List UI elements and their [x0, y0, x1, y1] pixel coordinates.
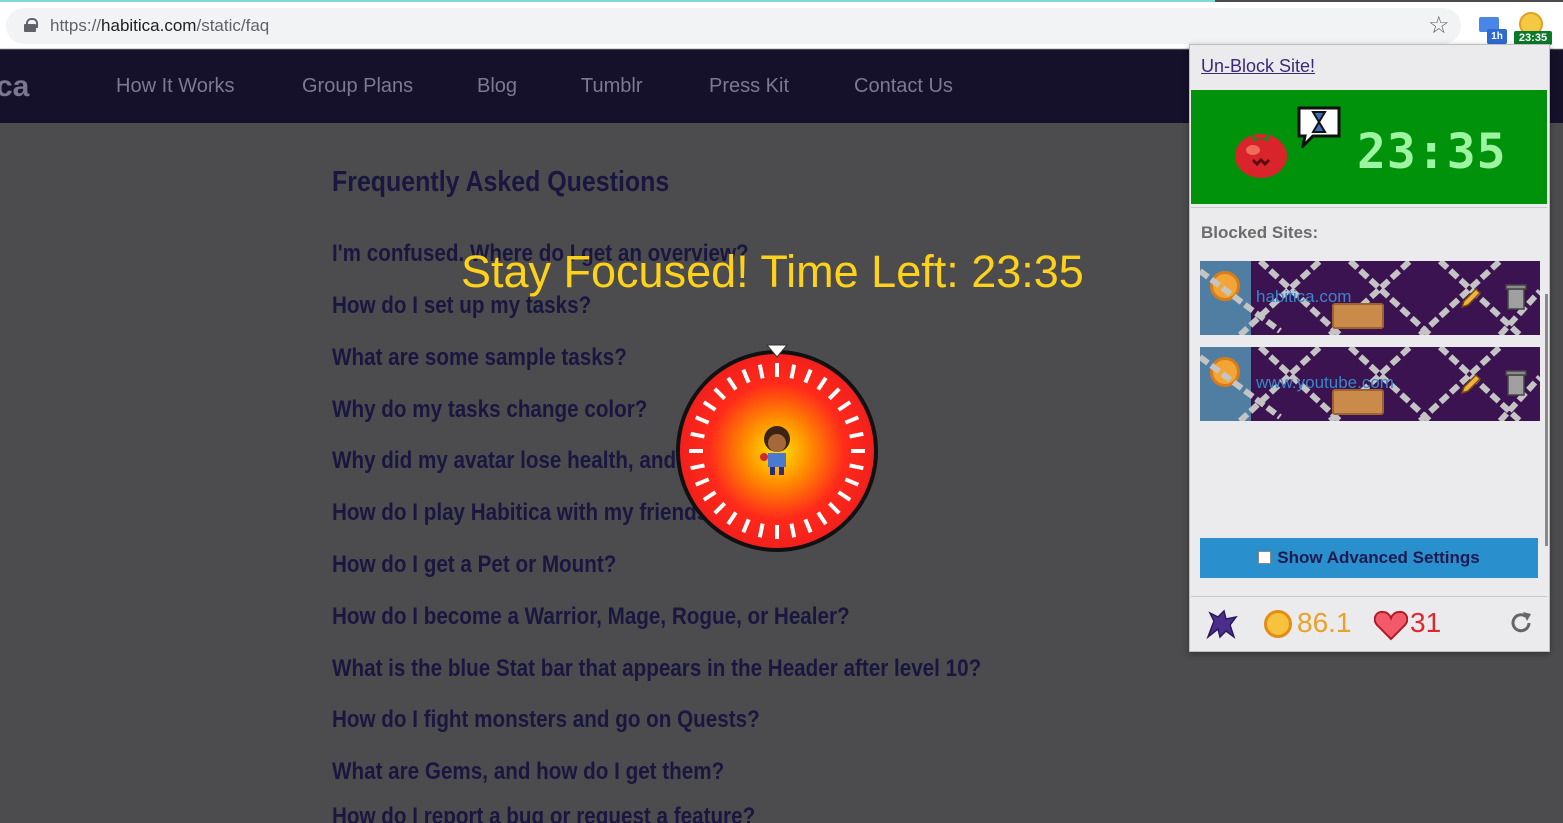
advanced-settings-checkbox[interactable]: [1258, 551, 1272, 564]
timer-tick: [849, 431, 864, 439]
url-text[interactable]: https://habitica.com/static/faq: [50, 16, 269, 36]
faq-question[interactable]: How do I play Habitica with my friends?: [332, 499, 721, 527]
nav-press-kit[interactable]: Press Kit: [709, 75, 789, 98]
gold-amount: 86.1: [1297, 607, 1352, 638]
blocker-popup: Un-Block Site! 23:35 Blocked Sites: habi…: [1189, 44, 1550, 652]
popup-scrollbar[interactable]: [1545, 294, 1548, 546]
timer-tick: [690, 463, 705, 471]
browser-toolbar: https://habitica.com/static/faq ☆ 1h 23:…: [0, 2, 1563, 49]
nav-how-it-works[interactable]: How It Works: [116, 75, 235, 98]
blocked-site-row[interactable]: habitica.com: [1200, 261, 1540, 335]
timer-tick: [690, 431, 705, 439]
faq-question[interactable]: How do I fight monsters and go on Quests…: [332, 706, 760, 734]
health-amount: 31: [1410, 607, 1442, 638]
url-path: /static/faq: [196, 16, 270, 35]
stay-focused-message: Stay Focused! Time Left: 23:35: [461, 246, 1084, 297]
url-host: habitica.com: [101, 16, 197, 35]
timer-tick: [757, 364, 765, 379]
divider: [1191, 596, 1547, 597]
padlock-icon: [1332, 303, 1384, 329]
trash-icon[interactable]: [1505, 367, 1527, 397]
faq-question[interactable]: What is the blue Stat bar that appears i…: [332, 655, 981, 683]
address-bar[interactable]: https://habitica.com/static/faq ☆: [6, 8, 1461, 44]
nav-contact-us[interactable]: Contact Us: [854, 75, 953, 98]
advanced-settings-label: Show Advanced Settings: [1277, 548, 1480, 567]
timer-tick: [849, 463, 864, 471]
timer-tick: [789, 364, 797, 379]
gold-coin-icon: [1264, 610, 1292, 638]
url-scheme: https://: [50, 16, 102, 35]
faq-question[interactable]: How do I report a bug or request a featu…: [332, 803, 755, 823]
nav-tumblr[interactable]: Tumblr: [581, 75, 642, 98]
timer-panel: 23:35: [1191, 90, 1547, 204]
timer-tick: [789, 523, 797, 538]
tomato-icon: [1235, 132, 1287, 178]
show-advanced-settings-button[interactable]: Show Advanced Settings: [1200, 538, 1538, 578]
faq-question[interactable]: Why do my tasks change color?: [332, 396, 647, 424]
padlock-icon: [1332, 389, 1384, 415]
faq-question[interactable]: How do I become a Warrior, Mage, Rogue, …: [332, 603, 850, 631]
site-logo[interactable]: ca: [0, 70, 29, 104]
blocked-sites-label: Blocked Sites:: [1201, 223, 1319, 242]
countdown-timer: 23:35: [1357, 124, 1507, 180]
trash-icon[interactable]: [1505, 281, 1527, 311]
divider: [1191, 207, 1547, 208]
timer-tick: [757, 523, 765, 538]
nav-blog[interactable]: Blog: [477, 75, 517, 98]
faq-question[interactable]: How do I get a Pet or Mount?: [332, 551, 616, 579]
chat-extension-icon[interactable]: 1h: [1477, 15, 1507, 45]
focus-timer-wheel: [676, 344, 878, 552]
faq-question[interactable]: What are some sample tasks?: [332, 344, 627, 372]
blocked-site-row[interactable]: www.youtube.com: [1200, 347, 1540, 421]
gryphon-icon[interactable]: [1204, 607, 1240, 641]
heart-icon: [1374, 610, 1408, 641]
edit-pencil-icon[interactable]: [1458, 371, 1484, 397]
unblock-site-link[interactable]: Un-Block Site!: [1201, 56, 1315, 77]
bookmark-star-icon[interactable]: ☆: [1428, 12, 1450, 40]
chat-extension-badge: 1h: [1487, 29, 1507, 44]
hourglass-speech-bubble-icon: [1297, 106, 1341, 148]
timer-badge: 23:35: [1514, 31, 1552, 45]
lock-icon[interactable]: [24, 18, 38, 32]
edit-pencil-icon[interactable]: [1458, 285, 1484, 311]
habitica-blocker-extension-icon[interactable]: 23:35: [1513, 10, 1553, 46]
refresh-icon[interactable]: [1508, 610, 1534, 636]
nav-group-plans[interactable]: Group Plans: [302, 75, 413, 98]
faq-question[interactable]: What are Gems, and how do I get them?: [332, 758, 724, 786]
page-title: Frequently Asked Questions: [332, 166, 670, 198]
